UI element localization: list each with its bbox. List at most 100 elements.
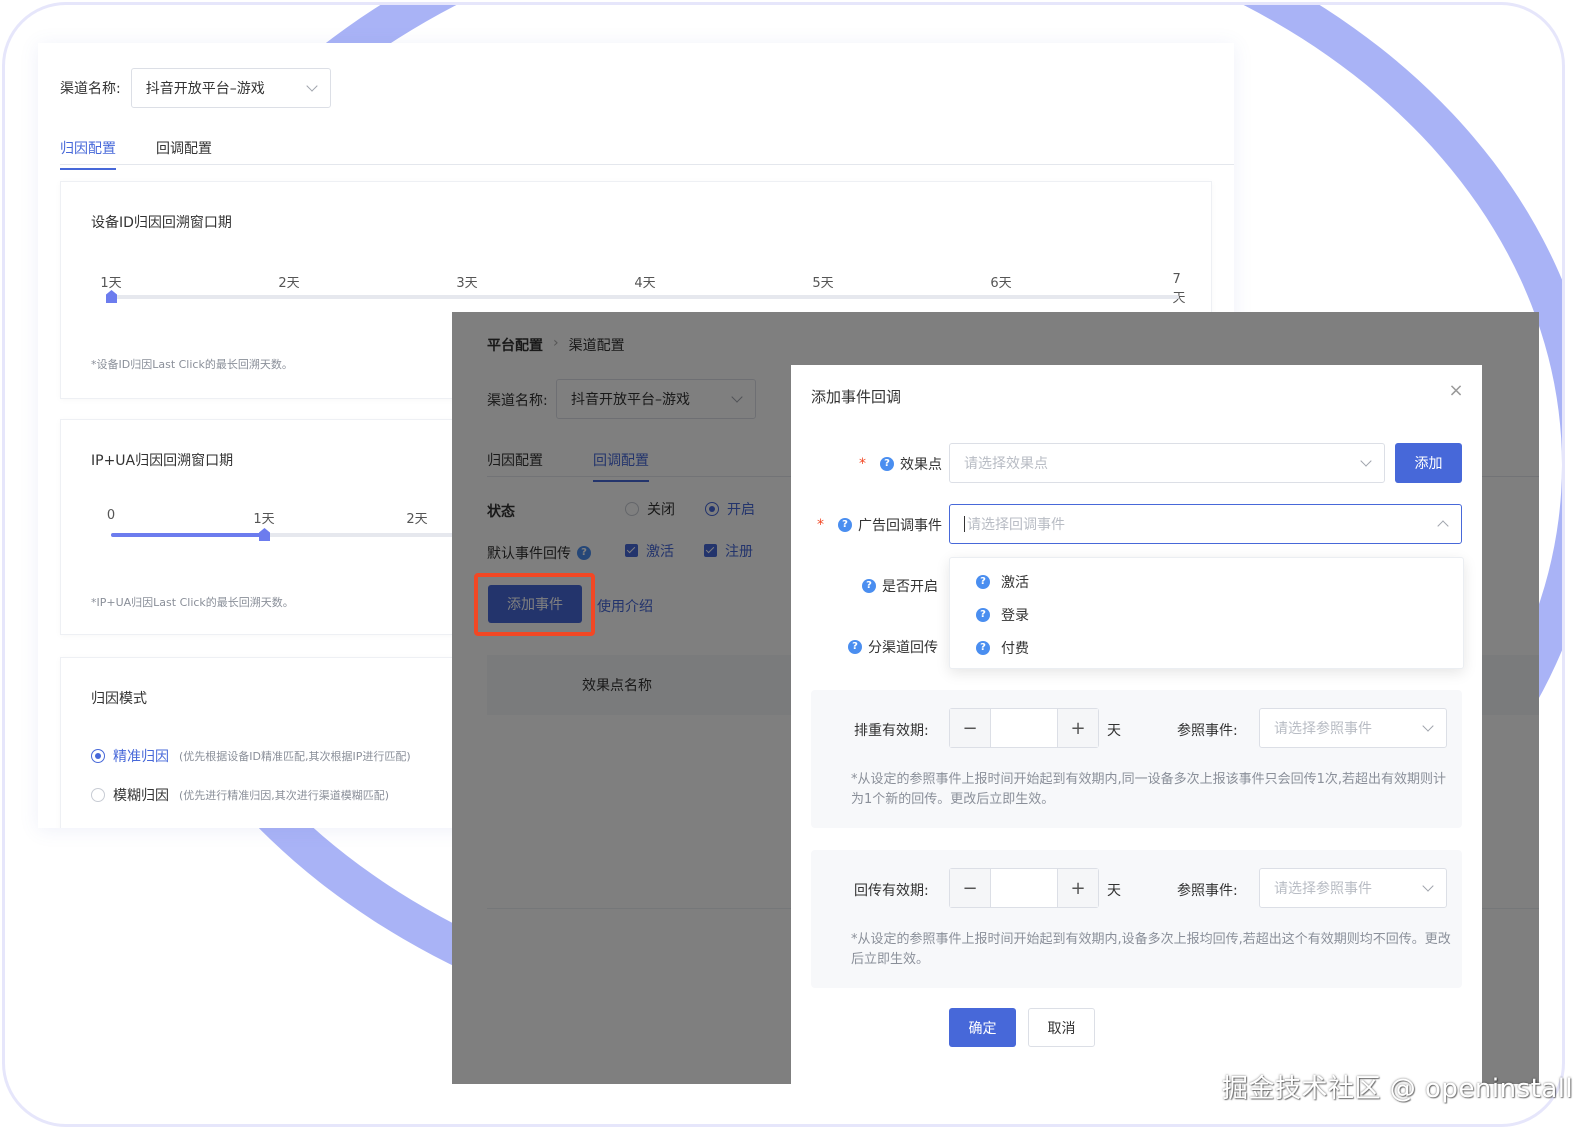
- subchannel-label: ? 分渠道回传: [848, 637, 938, 657]
- radio-label: 模糊归因: [113, 788, 169, 804]
- watermark: 掘金技术社区 @ openinstall: [1222, 1074, 1574, 1104]
- chevron-up-icon: [1437, 520, 1449, 532]
- dropdown-option[interactable]: ? 激活: [976, 572, 1029, 592]
- card-title: IP+UA归因回溯窗口期: [91, 453, 234, 469]
- dedup-stepper[interactable]: − +: [949, 708, 1099, 748]
- checkbox-checked-icon: [625, 544, 638, 557]
- radio-checked-icon: [91, 749, 105, 763]
- chevron-down-icon: [1360, 455, 1372, 467]
- checkbox-activate[interactable]: 激活: [625, 541, 674, 561]
- checkbox-checked-icon: [704, 544, 717, 557]
- default-events-label: 默认事件回传 ?: [487, 543, 591, 563]
- slider-track[interactable]: [111, 295, 1179, 299]
- radio-on[interactable]: 开启: [705, 499, 755, 519]
- cancel-button[interactable]: 取消: [1028, 1008, 1095, 1047]
- dedup-hint: *从设定的参照事件上报时间开始起到有效期内,同一设备多次上报该事件只会回传1次,…: [851, 772, 1447, 807]
- ad-callback-label: * ? 广告回调事件: [817, 515, 942, 535]
- channel-value: 抖音开放平台–游戏: [145, 81, 265, 97]
- default-events-text: 默认事件回传: [487, 546, 571, 562]
- breadcrumb-item: 渠道配置: [568, 338, 625, 354]
- tick-label: 4天: [634, 276, 656, 291]
- checkbox-label: 激活: [646, 544, 674, 560]
- plus-icon[interactable]: +: [1058, 869, 1098, 907]
- channel-select[interactable]: 抖音开放平台–游戏: [130, 68, 331, 108]
- minus-icon[interactable]: −: [950, 869, 990, 907]
- placeholder-text: 请选择参照事件: [1274, 881, 1372, 897]
- radio-checked-icon: [705, 502, 719, 516]
- tick-label: 5天: [812, 276, 834, 291]
- radio-unchecked-icon: [91, 788, 105, 802]
- usage-link[interactable]: 使用介绍: [597, 596, 653, 616]
- dialog-title: 添加事件回调: [811, 388, 902, 406]
- text-caret: [964, 516, 965, 532]
- dropdown-option[interactable]: ? 付费: [976, 638, 1029, 658]
- radio-desc: (优先进行精准归因,其次进行渠道模糊匹配): [179, 789, 390, 802]
- option-label: 登录: [1001, 608, 1029, 624]
- dropdown-option[interactable]: ? 登录: [976, 605, 1029, 625]
- tab-attribution[interactable]: 归因配置: [60, 138, 116, 170]
- day-unit: 天: [1107, 723, 1121, 739]
- placeholder-text: 请选择回调事件: [967, 517, 1065, 533]
- dedup-label: 排重有效期:: [854, 723, 929, 739]
- ref-event-select[interactable]: 请选择参照事件: [1259, 708, 1447, 748]
- help-icon: ?: [976, 641, 990, 655]
- ref-event-label: 参照事件:: [1177, 883, 1238, 899]
- tab-divider: [60, 164, 1234, 165]
- breadcrumb: 平台配置 › 渠道配置: [487, 335, 625, 355]
- config-tabs: 归因配置 回调配置: [487, 450, 699, 482]
- callback-validity-label: 回传有效期:: [854, 883, 929, 899]
- slider-handle[interactable]: [259, 528, 270, 541]
- tick-label: 1天: [253, 512, 275, 527]
- help-icon[interactable]: ?: [577, 546, 591, 560]
- tick-label: 2天: [278, 276, 300, 291]
- stepper-value-input[interactable]: [990, 869, 1058, 907]
- radio-precise[interactable]: 精准归因 (优先根据设备ID精准匹配,其次根据IP进行匹配): [91, 746, 411, 766]
- ad-callback-select[interactable]: 请选择回调事件: [949, 504, 1462, 544]
- tab-callback[interactable]: 回调配置: [593, 450, 649, 482]
- card-title: 设备ID归因回溯窗口期: [91, 215, 232, 231]
- plus-icon[interactable]: +: [1058, 709, 1098, 747]
- tick-label: 3天: [456, 276, 478, 291]
- checkbox-label: 注册: [725, 544, 753, 560]
- option-label: 激活: [1001, 575, 1029, 591]
- config-tabs: 归因配置 回调配置: [60, 138, 252, 170]
- help-icon[interactable]: ?: [862, 579, 876, 593]
- confirm-button[interactable]: 确定: [949, 1008, 1016, 1047]
- breadcrumb-item[interactable]: 平台配置: [487, 335, 543, 355]
- channel-select[interactable]: 抖音开放平台–游戏: [556, 379, 756, 419]
- minus-icon[interactable]: −: [950, 709, 990, 747]
- placeholder-text: 请选择效果点: [964, 456, 1048, 472]
- radio-label: 精准归因: [113, 749, 169, 765]
- radio-unchecked-icon: [625, 502, 639, 516]
- callback-stepper[interactable]: − +: [949, 868, 1099, 908]
- close-icon[interactable]: ×: [1448, 382, 1464, 400]
- day-unit: 天: [1107, 883, 1121, 899]
- checkbox-register[interactable]: 注册: [704, 541, 753, 561]
- channel-value: 抖音开放平台–游戏: [571, 392, 690, 408]
- callback-hint: *从设定的参照事件上报时间开始起到有效期内,设备多次上报均回传,若超出这个有效期…: [851, 932, 1451, 967]
- help-icon[interactable]: ?: [848, 640, 862, 654]
- tick-label: 6天: [990, 276, 1012, 291]
- tab-attribution[interactable]: 归因配置: [487, 450, 543, 482]
- radio-off[interactable]: 关闭: [625, 499, 675, 519]
- required-mark: *: [817, 517, 824, 533]
- field-label-text: 分渠道回传: [868, 640, 938, 656]
- chevron-down-icon: [1422, 880, 1434, 892]
- tab-callback[interactable]: 回调配置: [156, 138, 212, 170]
- field-label-text: 效果点: [900, 457, 942, 473]
- radio-label: 开启: [727, 502, 755, 518]
- stepper-value-input[interactable]: [990, 709, 1058, 747]
- card-note: *IP+UA归因Last Click的最长回溯天数。: [91, 596, 294, 609]
- ref-event-select[interactable]: 请选择参照事件: [1259, 868, 1447, 908]
- effect-point-label: * ? 效果点: [859, 454, 942, 474]
- help-icon[interactable]: ?: [838, 518, 852, 532]
- radio-fuzzy[interactable]: 模糊归因 (优先进行精准归因,其次进行渠道模糊匹配): [91, 785, 389, 805]
- tick-label: 7天: [1172, 272, 1186, 306]
- add-button[interactable]: 添加: [1395, 443, 1462, 483]
- field-label-text: 广告回调事件: [858, 518, 942, 534]
- required-mark: *: [859, 456, 866, 472]
- card-title: 归因模式: [91, 691, 147, 707]
- card-note: *设备ID归因Last Click的最长回溯天数。: [91, 358, 293, 371]
- help-icon[interactable]: ?: [880, 457, 894, 471]
- effect-point-select[interactable]: 请选择效果点: [949, 443, 1385, 483]
